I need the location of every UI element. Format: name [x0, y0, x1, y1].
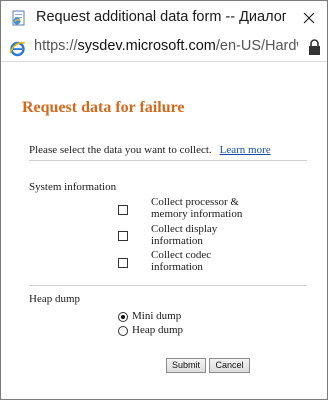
submit-button[interactable]: Submit — [166, 358, 206, 373]
processor-memory-checkbox[interactable] — [118, 205, 128, 215]
ie-icon — [9, 41, 26, 57]
form-content: Request data for failure Please select t… — [1, 62, 327, 399]
processor-memory-label-line2: memory information — [151, 207, 243, 220]
heap-dump-label: Heap dump — [29, 293, 81, 305]
heap-dump-option-label: Heap dump — [132, 324, 184, 336]
system-info-label: System information — [29, 181, 117, 193]
url-path: /en-US/Hardware/ — [215, 38, 298, 54]
close-button[interactable] — [297, 6, 321, 30]
codec-label-line2: information — [151, 260, 203, 273]
url-prefix: https:// — [34, 38, 78, 54]
learn-more-link[interactable]: Learn more — [220, 144, 271, 156]
lock-icon — [309, 39, 320, 55]
close-icon — [303, 12, 315, 24]
display-checkbox[interactable] — [118, 231, 128, 241]
display-label: Collect display information — [151, 223, 271, 247]
codec-checkbox[interactable] — [118, 258, 128, 268]
codec-label-line1: Collect codec — [151, 249, 212, 261]
instructions-text: Please select the data you want to colle… — [29, 144, 212, 156]
display-label-line2: information — [151, 234, 203, 247]
instructions: Please select the data you want to colle… — [29, 144, 271, 156]
codec-label: Collect codec information — [151, 249, 271, 273]
heap-dump-radio[interactable] — [118, 326, 128, 336]
window-title: Request additional data form -- Диалогов… — [36, 9, 286, 25]
divider — [29, 285, 307, 286]
form-heading: Request data for failure — [22, 99, 185, 116]
divider — [29, 160, 307, 161]
url-text[interactable]: https://sysdev.microsoft.com/en-US/Hardw… — [34, 38, 298, 54]
url-host: sysdev.microsoft.com — [77, 38, 216, 54]
address-bar: https://sysdev.microsoft.com/en-US/Hardw… — [1, 35, 327, 62]
cancel-button[interactable]: Cancel — [209, 358, 250, 373]
display-label-line1: Collect display — [151, 223, 218, 235]
title-bar: Request additional data form -- Диалогов… — [1, 1, 327, 35]
mini-dump-radio[interactable] — [118, 312, 128, 322]
processor-memory-label-line1: Collect processor & — [151, 196, 239, 208]
mini-dump-label: Mini dump — [132, 310, 182, 322]
processor-memory-label: Collect processor & memory information — [151, 196, 271, 220]
page-icon — [12, 10, 25, 26]
dialog-window: Request additional data form -- Диалогов… — [0, 0, 328, 400]
